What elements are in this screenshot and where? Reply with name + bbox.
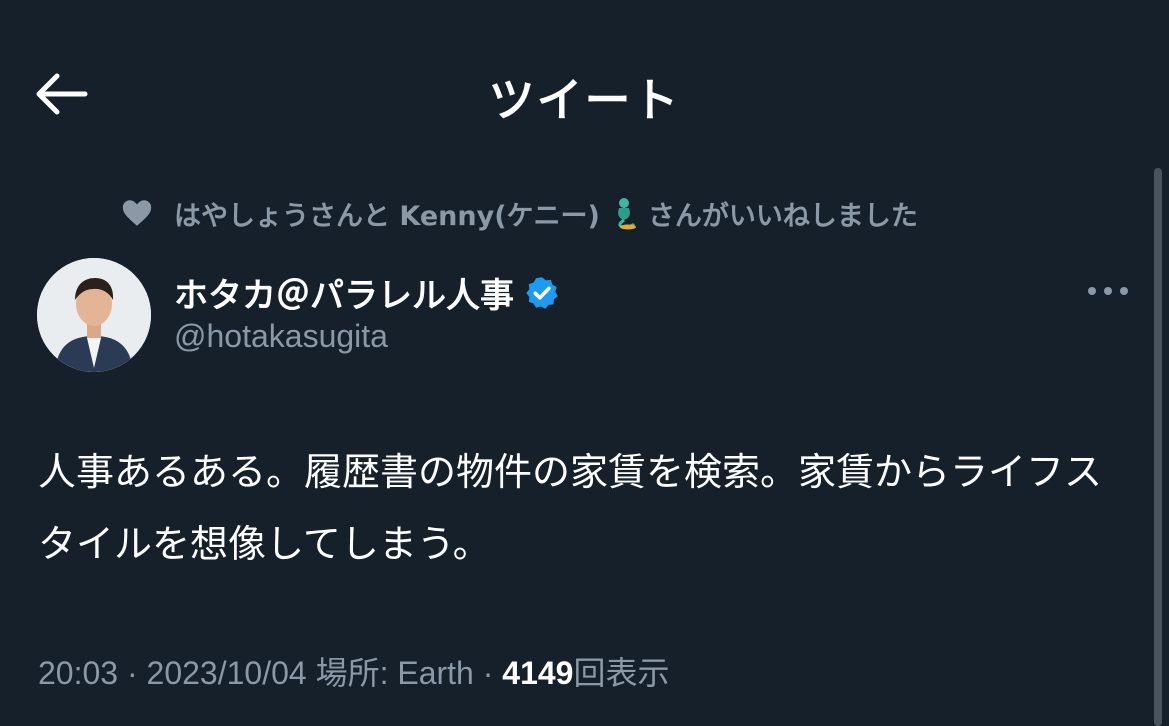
meta-separator: · (118, 655, 147, 691)
more-icon (1088, 287, 1128, 295)
author-handle[interactable]: @hotakasugita (174, 318, 388, 355)
scrollbar[interactable] (1154, 168, 1162, 726)
tweet-meta: 20:03 · 2023/10/04 場所: Earth · 4149回表示 (38, 648, 669, 694)
view-count: 4149 (502, 655, 574, 691)
more-options-button[interactable] (1080, 274, 1136, 308)
top-bar: ツイート (0, 0, 1169, 185)
tweet-date[interactable]: 2023/10/04 (147, 655, 307, 691)
social-context-suffix: さんがいいねしました (647, 200, 918, 232)
verified-badge-icon (526, 276, 558, 309)
author-name[interactable]: ホタカ＠パラレル人事 (174, 268, 560, 317)
tweet-time[interactable]: 20:03 (38, 655, 118, 691)
view-count-label: 回表示 (573, 655, 670, 691)
author-name-text: ホタカ＠パラレル人事 (174, 276, 514, 316)
page-title: ツイート (488, 73, 681, 127)
social-context[interactable]: はやしょうさんと Kenny(ケニー) さんがいいねしました (120, 193, 918, 233)
avatar-photo (37, 258, 151, 372)
meta-separator: · (473, 655, 503, 691)
social-context-names: はやしょうさんと Kenny(ケニー) (174, 200, 600, 232)
author-avatar[interactable] (37, 258, 151, 372)
tweet-location: 場所: Earth (306, 655, 474, 691)
genie-emoji-icon (617, 198, 636, 230)
tweet-text: 人事あるある。履歴書の物件の家賃を検索。家賃からライフスタイルを想像してしまう。 (38, 450, 1103, 566)
heart-icon (122, 200, 152, 226)
